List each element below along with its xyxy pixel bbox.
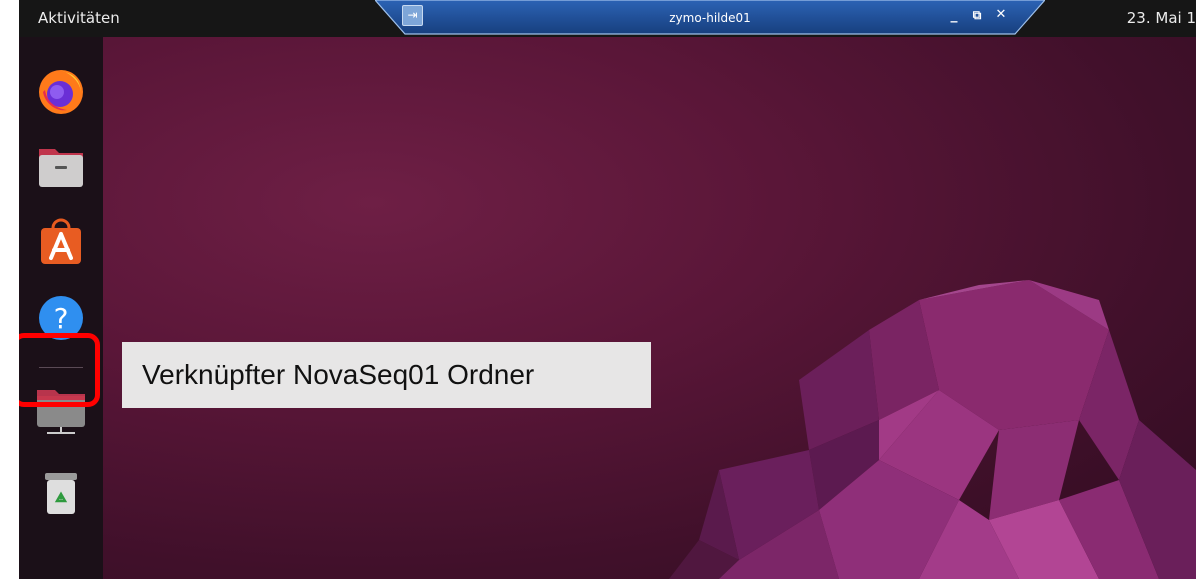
- annotation-callout: Verknüpfter NovaSeq01 Ordner: [122, 342, 651, 408]
- dock-item-firefox[interactable]: [33, 62, 89, 118]
- highlight-box: [19, 333, 100, 407]
- dock-item-files[interactable]: [33, 137, 89, 193]
- dock-item-trash[interactable]: [33, 465, 89, 521]
- restore-button[interactable]: ⧉: [968, 6, 986, 24]
- callout-text: Verknüpfter NovaSeq01 Ordner: [142, 359, 535, 390]
- minimize-button[interactable]: _: [945, 6, 963, 24]
- wallpaper-jellyfish: [669, 280, 1196, 579]
- remote-connection-bar: ⇥ zymo-hilde01 _ ⧉ ✕: [375, 0, 1045, 37]
- activities-button[interactable]: Aktivitäten: [38, 9, 120, 27]
- clock[interactable]: 23. Mai 1: [1127, 9, 1196, 27]
- desktop-screen: Aktivitäten 23. Mai 1 ⇥ zymo-hilde01 _ ⧉…: [19, 0, 1196, 579]
- close-button[interactable]: ✕: [992, 6, 1010, 24]
- firefox-icon: [39, 70, 83, 114]
- software-icon: [41, 218, 81, 264]
- trash-icon: [45, 473, 77, 514]
- files-icon: [39, 149, 83, 187]
- dock: ?: [19, 37, 103, 579]
- dock-item-software[interactable]: [33, 214, 89, 270]
- svg-text:?: ?: [54, 302, 69, 335]
